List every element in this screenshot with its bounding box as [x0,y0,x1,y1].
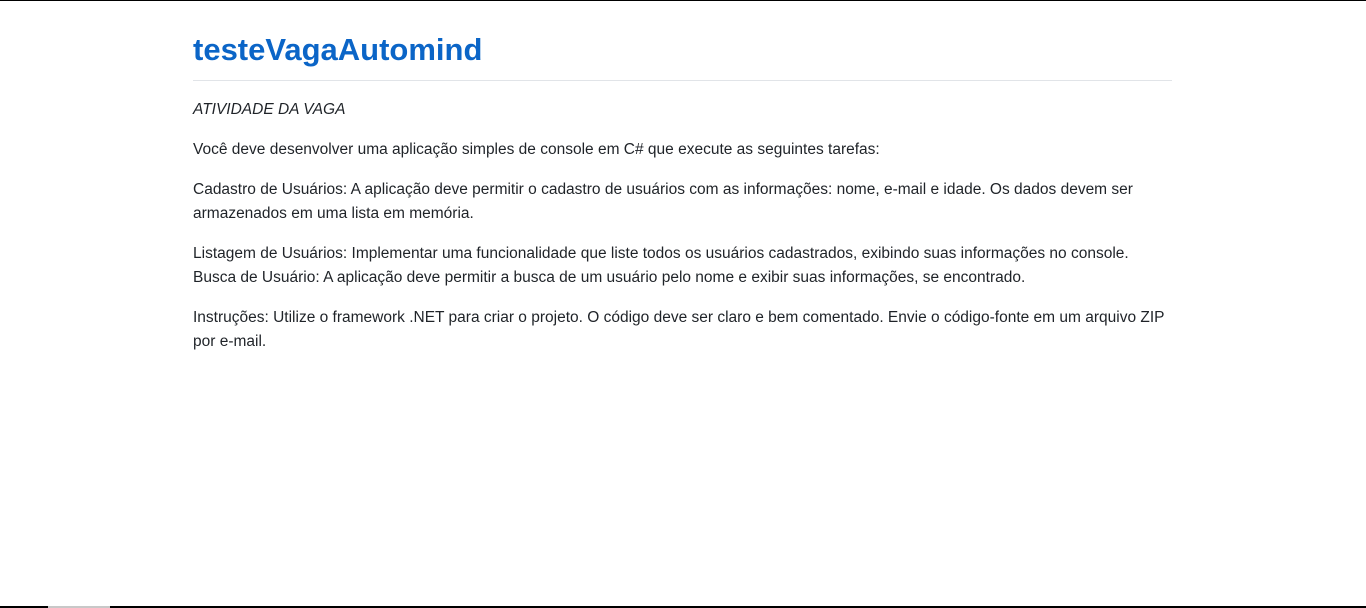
page-title: testeVagaAutomind [193,30,1172,82]
busca-line: Busca de Usuário: A aplicação deve permi… [193,269,1026,287]
readme-content: testeVagaAutomind ATIVIDADE DA VAGA Você… [193,30,1172,354]
intro-paragraph: Você deve desenvolver uma aplicação simp… [193,141,880,159]
cadastro-paragraph: Cadastro de Usuários: A aplicação deve p… [193,181,1133,223]
listagem-busca-paragraph: Listagem de Usuários: Implementar uma fu… [193,242,1172,290]
listagem-line: Listagem de Usuários: Implementar uma fu… [193,245,1129,263]
window-top-border [0,0,1366,1]
instrucoes-paragraph: Instruções: Utilize o framework .NET par… [193,309,1165,351]
section-heading: ATIVIDADE DA VAGA [193,101,346,119]
